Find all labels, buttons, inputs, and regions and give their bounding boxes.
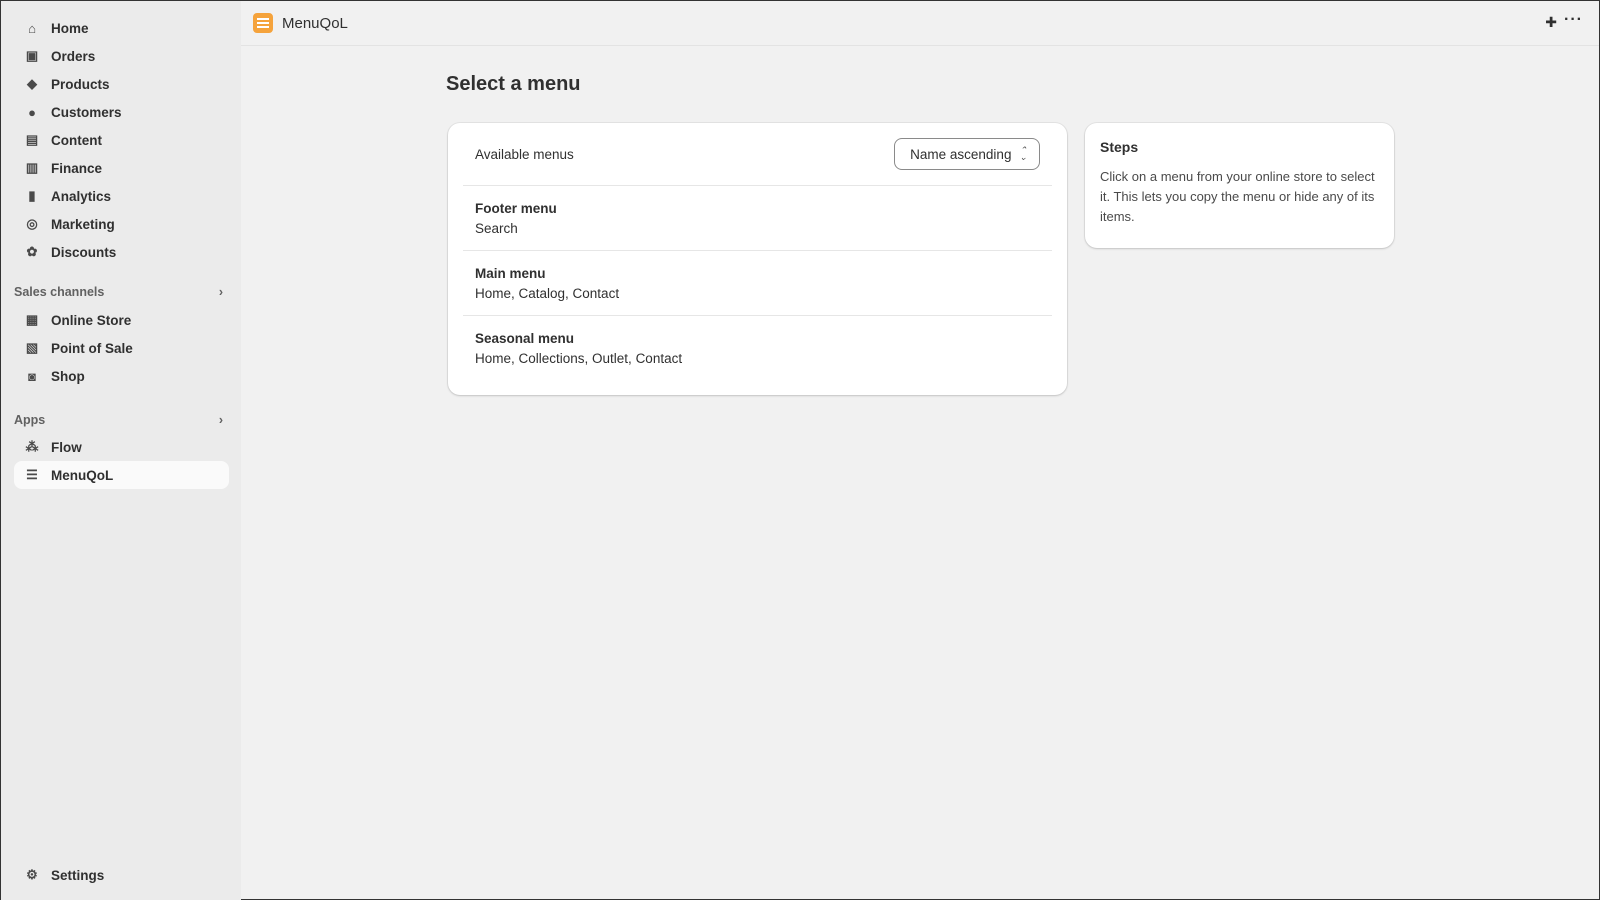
- sidebar-item-label: Products: [51, 76, 110, 92]
- sidebar-item-label: Online Store: [51, 312, 132, 328]
- bar-chart-icon: ▮: [28, 188, 36, 203]
- sidebar-item-label: Shop: [51, 368, 85, 384]
- sidebar-item-shop[interactable]: ◙ Shop: [14, 362, 229, 390]
- gear-icon: ⚙: [26, 867, 38, 882]
- sidebar-item-analytics[interactable]: ▮ Analytics: [14, 182, 229, 210]
- sort-select[interactable]: Name ascending ⌃ ⌄: [894, 138, 1040, 170]
- menu-list-item[interactable]: Seasonal menu Home, Collections, Outlet, …: [463, 316, 1052, 381]
- menuqol-icon: ☰: [26, 467, 38, 482]
- menu-links: Search: [475, 220, 518, 236]
- steps-text: Click on a menu from your online store t…: [1100, 169, 1375, 224]
- pin-icon[interactable]: ✚: [1545, 14, 1557, 31]
- sidebar-item-marketing[interactable]: ◎ Marketing: [14, 210, 229, 238]
- sidebar-item-products[interactable]: ◆ Products: [14, 70, 229, 98]
- pos-icon: ▧: [25, 340, 39, 355]
- sidebar-item-settings[interactable]: ⚙ Settings: [14, 861, 229, 889]
- menu-links: Home, Collections, Outlet, Contact: [475, 351, 683, 366]
- sidebar-item-finance[interactable]: ▥ Finance: [14, 154, 229, 182]
- menu-name: Main menu: [475, 265, 546, 281]
- sidebar-item-home[interactable]: ⌂ Home: [14, 14, 229, 42]
- app-title: MenuQoL: [282, 14, 348, 32]
- person-icon: ●: [28, 104, 36, 120]
- more-options-icon[interactable]: ···: [1564, 11, 1583, 29]
- sidebar-item-flow[interactable]: ⁂ Flow: [14, 433, 229, 461]
- tag-icon: ◆: [27, 76, 37, 91]
- page-title: Select a menu: [446, 73, 581, 95]
- sidebar-item-content[interactable]: ▤ Content: [14, 126, 229, 154]
- sidebar-item-label: Finance: [51, 160, 103, 176]
- app-topbar: MenuQoL ✚ ···: [241, 1, 1599, 46]
- store-icon: ▦: [25, 312, 39, 327]
- discount-icon: ✿: [26, 244, 38, 259]
- menu-list-item[interactable]: Footer menu Search: [463, 186, 1052, 251]
- sidebar-item-label: Point of Sale: [51, 340, 133, 356]
- image-icon: ▤: [25, 132, 39, 147]
- sidebar-item-label: Customers: [51, 104, 122, 120]
- menu-links: Home, Catalog, Contact: [475, 285, 620, 301]
- steps-card: Steps Click on a menu from your online s…: [1085, 123, 1394, 248]
- available-menus-label: Available menus: [475, 146, 574, 162]
- sidebar-item-label: MenuQoL: [51, 467, 114, 483]
- apps-header[interactable]: Apps ›: [14, 413, 229, 427]
- bank-icon: ▥: [25, 160, 39, 175]
- sidebar-item-label: Settings: [51, 867, 105, 883]
- sales-channels-header[interactable]: Sales channels ›: [14, 285, 229, 299]
- sidebar-item-online-store[interactable]: ▦ Online Store: [14, 306, 229, 334]
- available-menus-card: Available menus Name ascending ⌃ ⌄ Footer …: [448, 123, 1067, 395]
- sidebar-item-label: Flow: [51, 439, 82, 455]
- chevron-right-icon[interactable]: ›: [219, 285, 223, 299]
- sort-chevrons-icon: ⌃ ⌄: [1019, 145, 1027, 162]
- sidebar-item-customers[interactable]: ● Customers: [14, 98, 229, 126]
- sidebar-item-label: Marketing: [51, 216, 115, 232]
- sidebar-item-orders[interactable]: ▣ Orders: [14, 42, 229, 70]
- sidebar-item-menuqol[interactable]: ☰ MenuQoL: [14, 461, 229, 489]
- sidebar-item-label: Discounts: [51, 244, 117, 260]
- sidebar-item-label: Analytics: [51, 188, 112, 204]
- steps-title: Steps: [1100, 139, 1139, 155]
- shop-icon: ◙: [28, 368, 36, 384]
- menu-list-item[interactable]: Main menu Home, Catalog, Contact: [463, 251, 1052, 316]
- target-icon: ◎: [26, 216, 38, 231]
- sidebar-item-label: Content: [51, 132, 102, 148]
- inbox-icon: ▣: [25, 48, 39, 63]
- sidebar-item-discounts[interactable]: ✿ Discounts: [14, 238, 229, 266]
- sidebar-item-label: Home: [51, 20, 89, 36]
- menuqol-logo-icon: [253, 13, 273, 33]
- flow-icon: ⁂: [25, 439, 39, 454]
- sidebar-item-label: Orders: [51, 48, 96, 64]
- menu-name: Seasonal menu: [475, 331, 575, 346]
- chevron-right-icon[interactable]: ›: [219, 413, 223, 427]
- menu-name: Footer menu: [475, 200, 557, 216]
- sidebar-item-point-of-sale[interactable]: ▧ Point of Sale: [14, 334, 229, 362]
- home-icon: ⌂: [28, 20, 36, 36]
- sidebar: Sales channels › Apps › ⌂ Home ▣ Orders ◆ Produ…: [1, 1, 241, 900]
